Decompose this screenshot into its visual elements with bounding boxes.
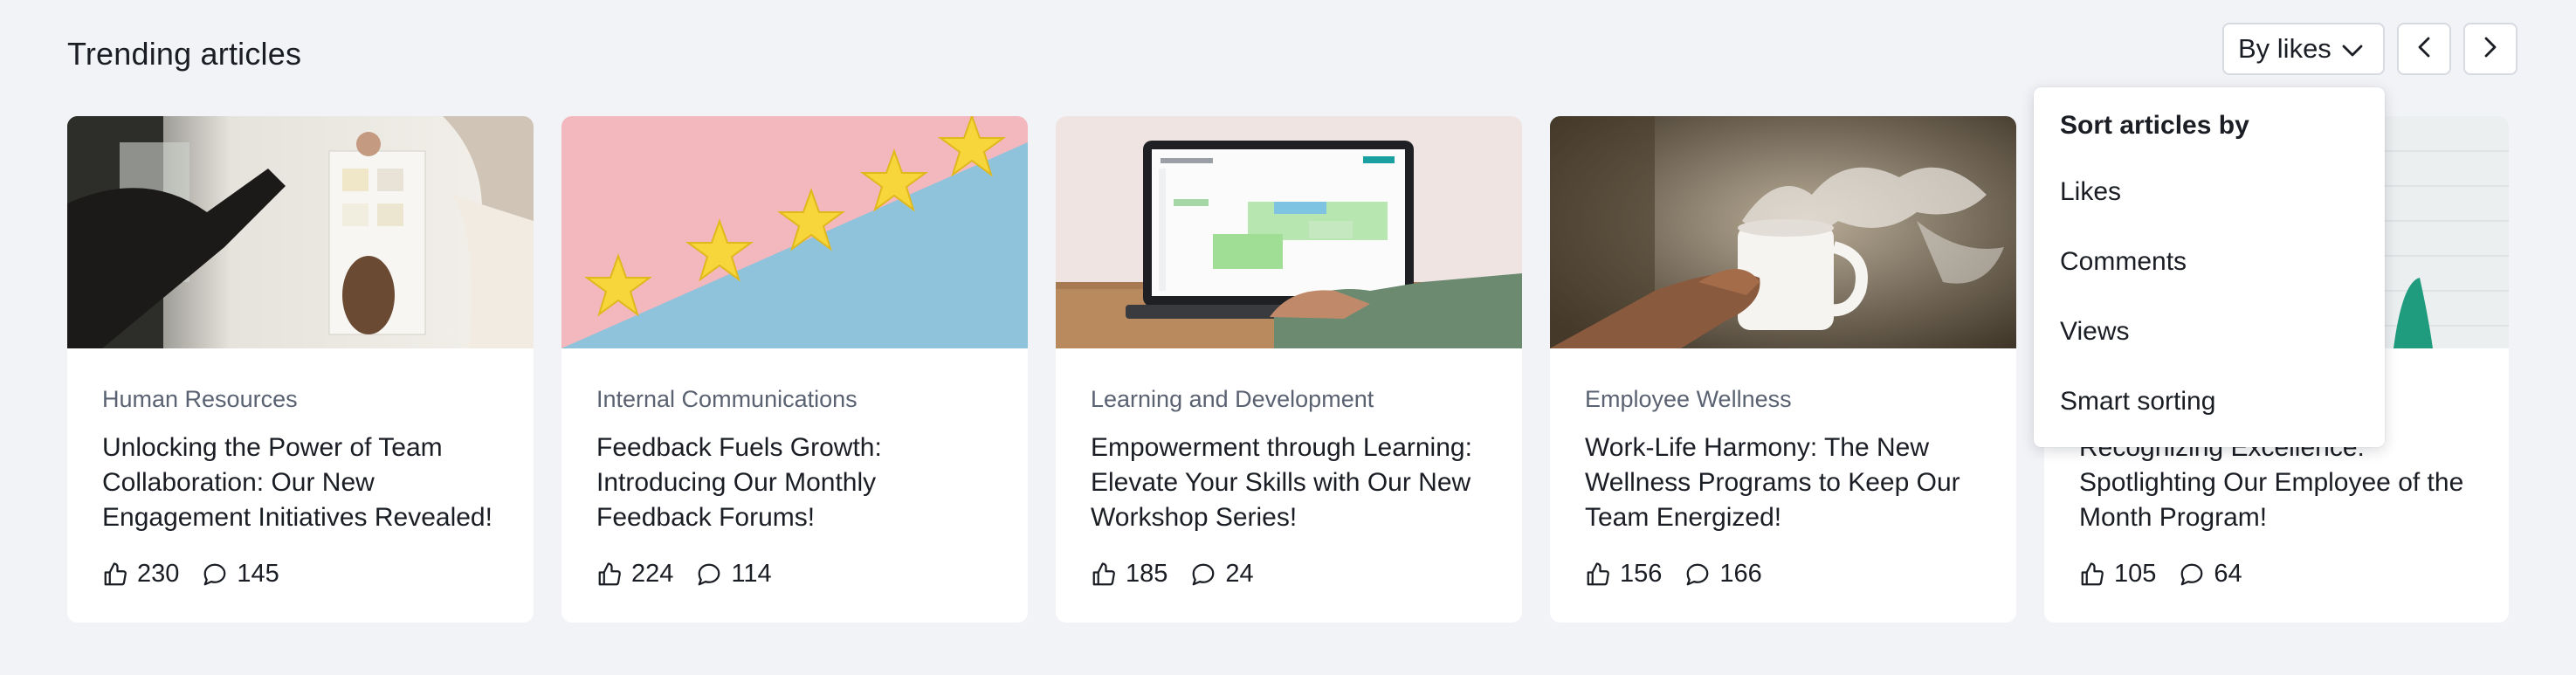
sort-menu-header: Sort articles by (2060, 111, 2249, 140)
article-title[interactable]: Work-Life Harmony: The New Wellness Prog… (1585, 430, 1981, 535)
comment-count[interactable]: 114 (696, 560, 772, 589)
comment-count-value: 166 (1719, 560, 1762, 588)
sort-selected-label: By likes (2238, 33, 2331, 64)
comment-bubble-icon (696, 561, 722, 588)
article-image-coffee-mug (1550, 116, 2016, 348)
article-card-body: Employee Wellness Work-Life Harmony: The… (1550, 348, 2016, 589)
like-count-value: 105 (2114, 560, 2157, 588)
article-stats: 105 64 (2079, 560, 2474, 589)
thumbs-up-icon (596, 561, 623, 588)
comment-bubble-icon (1190, 561, 1216, 588)
chevron-left-icon (2417, 36, 2431, 63)
like-count[interactable]: 185 (1091, 560, 1167, 589)
thumbs-up-icon (1585, 561, 1611, 588)
comment-bubble-icon (2179, 561, 2205, 588)
comment-count-value: 145 (237, 560, 279, 588)
comment-count-value: 64 (2214, 560, 2242, 588)
article-card-body: Learning and Development Empowerment thr… (1056, 348, 1522, 589)
thumbs-up-icon (1091, 561, 1117, 588)
thumbs-up-icon (2079, 561, 2105, 588)
sort-dropdown[interactable]: By likes (2222, 23, 2385, 75)
like-count[interactable]: 156 (1585, 560, 1662, 589)
trending-articles-page: Trending articles By likes Sort articles… (0, 0, 2576, 675)
comment-bubble-icon (202, 561, 228, 588)
like-count-value: 185 (1126, 560, 1168, 588)
article-category: Internal Communications (596, 386, 858, 412)
like-count-value: 224 (631, 560, 674, 588)
chevron-right-icon (2483, 36, 2497, 63)
article-card[interactable]: Human Resources Unlocking the Power of T… (67, 116, 534, 623)
sort-option-views[interactable]: Views (2034, 297, 2385, 367)
article-card[interactable]: Learning and Development Empowerment thr… (1056, 116, 1522, 623)
article-category: Human Resources (102, 386, 298, 412)
comment-count[interactable]: 166 (1684, 560, 1762, 589)
section-title: Trending articles (67, 36, 302, 72)
article-title[interactable]: Feedback Fuels Growth: Introducing Our M… (596, 430, 993, 535)
article-category: Learning and Development (1091, 386, 1374, 412)
sort-option-comments[interactable]: Comments (2034, 227, 2385, 297)
like-count[interactable]: 230 (102, 560, 179, 589)
like-count[interactable]: 224 (596, 560, 673, 589)
article-stats: 230 145 (102, 560, 499, 589)
article-image-laptop-workshop (1056, 116, 1522, 348)
next-button[interactable] (2463, 23, 2517, 75)
article-image-rating-stars (561, 116, 1028, 348)
controls-bar: By likes (2222, 23, 2517, 75)
like-count-value: 156 (1620, 560, 1663, 588)
article-title[interactable]: Unlocking the Power of Team Collaboratio… (102, 430, 499, 535)
article-card-body: Internal Communications Feedback Fuels G… (561, 348, 1028, 589)
sort-option-smart-sorting[interactable]: Smart sorting (2034, 367, 2385, 437)
sort-menu: Sort articles by Likes Comments Views Sm… (2034, 87, 2385, 447)
comment-count-value: 114 (731, 560, 772, 588)
article-category: Employee Wellness (1585, 386, 1792, 412)
thumbs-up-icon (102, 561, 128, 588)
article-stats: 224 114 (596, 560, 993, 589)
like-count[interactable]: 105 (2079, 560, 2156, 589)
sort-option-likes[interactable]: Likes (2034, 157, 2385, 227)
article-stats: 185 24 (1091, 560, 1487, 589)
comment-count[interactable]: 24 (1190, 560, 1254, 589)
article-image-team-collaboration (67, 116, 534, 348)
article-stats: 156 166 (1585, 560, 1981, 589)
article-title[interactable]: Empowerment through Learning: Elevate Yo… (1091, 430, 1487, 535)
comment-count-value: 24 (1225, 560, 1254, 588)
comment-bubble-icon (1684, 561, 1711, 588)
article-card[interactable]: Employee Wellness Work-Life Harmony: The… (1550, 116, 2016, 623)
article-card-body: Human Resources Unlocking the Power of T… (67, 348, 534, 589)
comment-count[interactable]: 145 (202, 560, 279, 589)
like-count-value: 230 (137, 560, 180, 588)
previous-button[interactable] (2397, 23, 2451, 75)
article-card[interactable]: Internal Communications Feedback Fuels G… (561, 116, 1028, 623)
chevron-down-icon (2341, 33, 2364, 65)
comment-count[interactable]: 64 (2179, 560, 2242, 589)
